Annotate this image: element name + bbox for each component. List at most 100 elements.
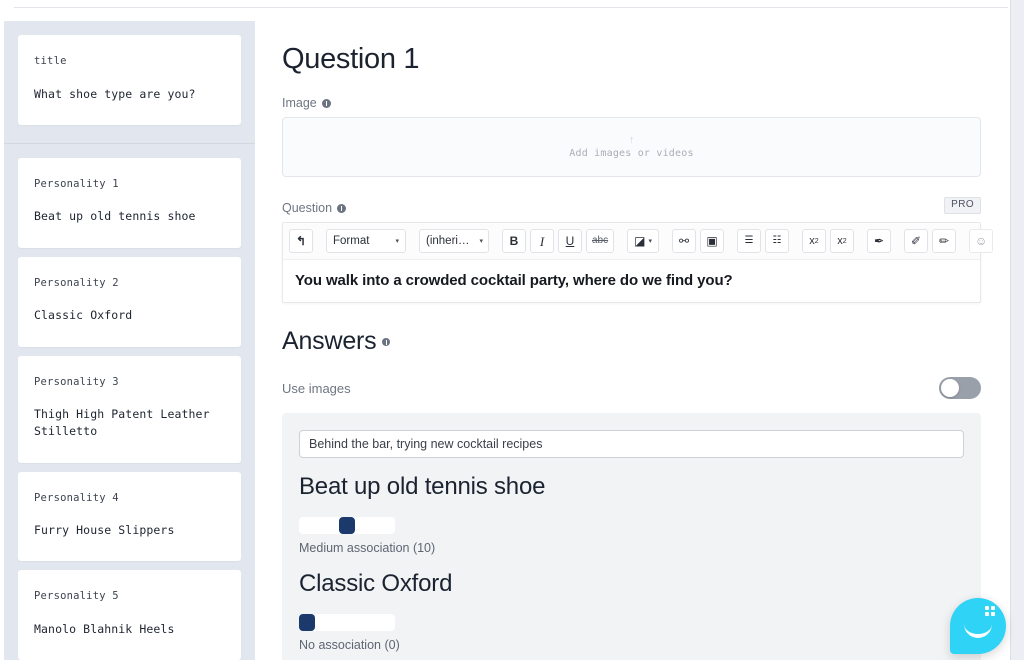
use-images-toggle[interactable] [939,377,981,400]
eraser-button[interactable]: ✒ [866,229,891,254]
chat-widget-button[interactable] [950,598,1006,654]
strikethrough-button[interactable]: abc [586,229,615,254]
pen-icon: ✐ [910,234,922,249]
app-root: title What shoe type are you? Personalit… [0,0,1024,660]
answer-card: Beat up old tennis shoe Medium associati… [282,413,981,660]
association-slider-wrap: No association (0) [299,614,964,652]
format-select[interactable]: Format ▾ [326,229,406,254]
answers-section-title: Answers [282,327,981,356]
chat-smile-icon [964,624,992,638]
toggle-knob [941,379,959,398]
chevron-down-icon: ▾ [648,238,652,246]
association-name: Beat up old tennis shoe [299,473,546,501]
association-slider-wrap: Medium association (10) [299,517,964,555]
slider-thumb[interactable] [339,517,355,535]
numbered-list-icon: ☷ [772,235,782,247]
right-gutter-line [1010,0,1011,660]
personality-value: Classic Oxford [34,308,133,323]
clear-format-icon: ◪ [634,234,646,249]
personality-value: Thigh High Patent Leather Stilletto [34,407,210,439]
right-gutter [1010,0,1024,660]
format-select-value: Format [333,235,370,248]
answer-text-input[interactable] [299,430,964,459]
highlighter-button[interactable]: ✏ [931,229,956,254]
personality-label: Personality 4 [34,491,119,504]
font-select-value: (inheri… [426,235,470,248]
chat-dot [985,612,989,616]
association-caption: No association (0) [299,638,400,653]
chat-dots-icon [985,606,998,616]
pen-color-button[interactable]: ✐ [903,229,928,254]
question-text[interactable]: You walk into a crowded cocktail party, … [283,260,980,302]
sidebar-personality-card-4[interactable]: Personality 4 Furry House Slippers [18,471,241,562]
sidebar: title What shoe type are you? Personalit… [4,21,255,660]
emoji-button[interactable]: ☺ [968,229,994,254]
sidebar-personalities-section: Personality 1 Beat up old tennis shoe Pe… [4,144,255,660]
personality-label: Personality 1 [34,177,119,190]
image-dropzone[interactable]: ↑ Add images or videos [282,117,981,178]
info-icon[interactable] [321,98,331,108]
main-panel: Question 1 Image ↑ Add images or videos … [262,21,1010,660]
rich-text-editor: ↰ Format ▾ (inheri… ▾ B I U abc ◪ ▾ ⚯ ▣ … [282,222,994,304]
image-field-label: Image [282,96,981,110]
sidebar-title-label: title [34,55,67,67]
bullet-list-icon: ☰ [744,235,754,247]
sidebar-title-value: What shoe type are you? [34,86,196,101]
undo-glyph: ↰ [295,234,307,249]
slider-thumb[interactable] [299,614,315,632]
insert-image-button[interactable]: ▣ [699,229,724,254]
bullet-list-button[interactable]: ☰ [736,229,761,254]
info-icon[interactable] [382,337,391,346]
italic-button[interactable]: I [530,229,554,254]
association-slider[interactable] [299,614,395,632]
chevron-down-icon: ▾ [395,238,399,246]
page-title: Question 1 [282,43,420,75]
numbered-list-button[interactable]: ☷ [764,229,789,254]
undo-icon[interactable]: ↰ [289,229,313,254]
sidebar-title-section: title What shoe type are you? [4,21,255,143]
sidebar-personality-card-3[interactable]: Personality 3 Thigh High Patent Leather … [18,355,241,463]
superscript-icon: 2 [842,237,847,245]
link-icon: ⚯ [678,234,690,249]
strikethrough-icon: abc [592,235,609,247]
personality-label: Personality 2 [34,276,119,289]
eraser-icon: ✒ [873,234,885,249]
info-icon[interactable] [337,203,347,213]
sidebar-personality-card-2[interactable]: Personality 2 Classic Oxford [18,256,241,347]
use-images-label: Use images [282,380,351,396]
sidebar-personality-card-5[interactable]: Personality 5 Manolo Blahnik Heels [18,570,241,660]
bold-icon: B [509,234,519,249]
superscript-button[interactable]: x2 [829,229,854,254]
subscript-button[interactable]: x2 [801,229,826,254]
personality-label: Personality 3 [34,375,119,388]
underline-icon: U [565,234,575,249]
italic-icon: I [539,233,545,249]
sidebar-title-card[interactable]: title What shoe type are you? [18,35,241,125]
editor-toolbar: ↰ Format ▾ (inheri… ▾ B I U abc ◪ ▾ ⚯ ▣ … [283,223,994,261]
sidebar-personality-card-1[interactable]: Personality 1 Beat up old tennis shoe [18,157,241,248]
chat-dot [991,612,995,616]
question-label-row: Question PRO [282,197,981,215]
chat-dot [991,606,995,610]
image-label-text: Image [282,96,317,111]
question-label-text: Question [282,201,333,216]
use-images-row: Use images [282,377,981,400]
emoji-icon: ☺ [974,234,988,249]
underline-button[interactable]: U [558,229,582,254]
clear-format-button[interactable]: ◪ ▾ [627,229,659,254]
association-name: Classic Oxford [299,570,453,598]
personality-value: Furry House Slippers [34,523,175,538]
association-slider[interactable] [299,517,395,535]
top-divider [14,7,1008,8]
question-field-label: Question [282,201,347,216]
bold-button[interactable]: B [502,229,526,254]
answers-heading: Answers [282,327,377,356]
font-select[interactable]: (inheri… ▾ [419,229,489,254]
link-button[interactable]: ⚯ [671,229,696,254]
pro-badge: PRO [944,197,981,215]
chevron-down-icon: ▾ [479,238,483,246]
personality-label: Personality 5 [34,590,119,603]
association-caption: Medium association (10) [299,541,436,556]
chat-dot [985,606,989,610]
personality-value: Manolo Blahnik Heels [34,622,175,637]
